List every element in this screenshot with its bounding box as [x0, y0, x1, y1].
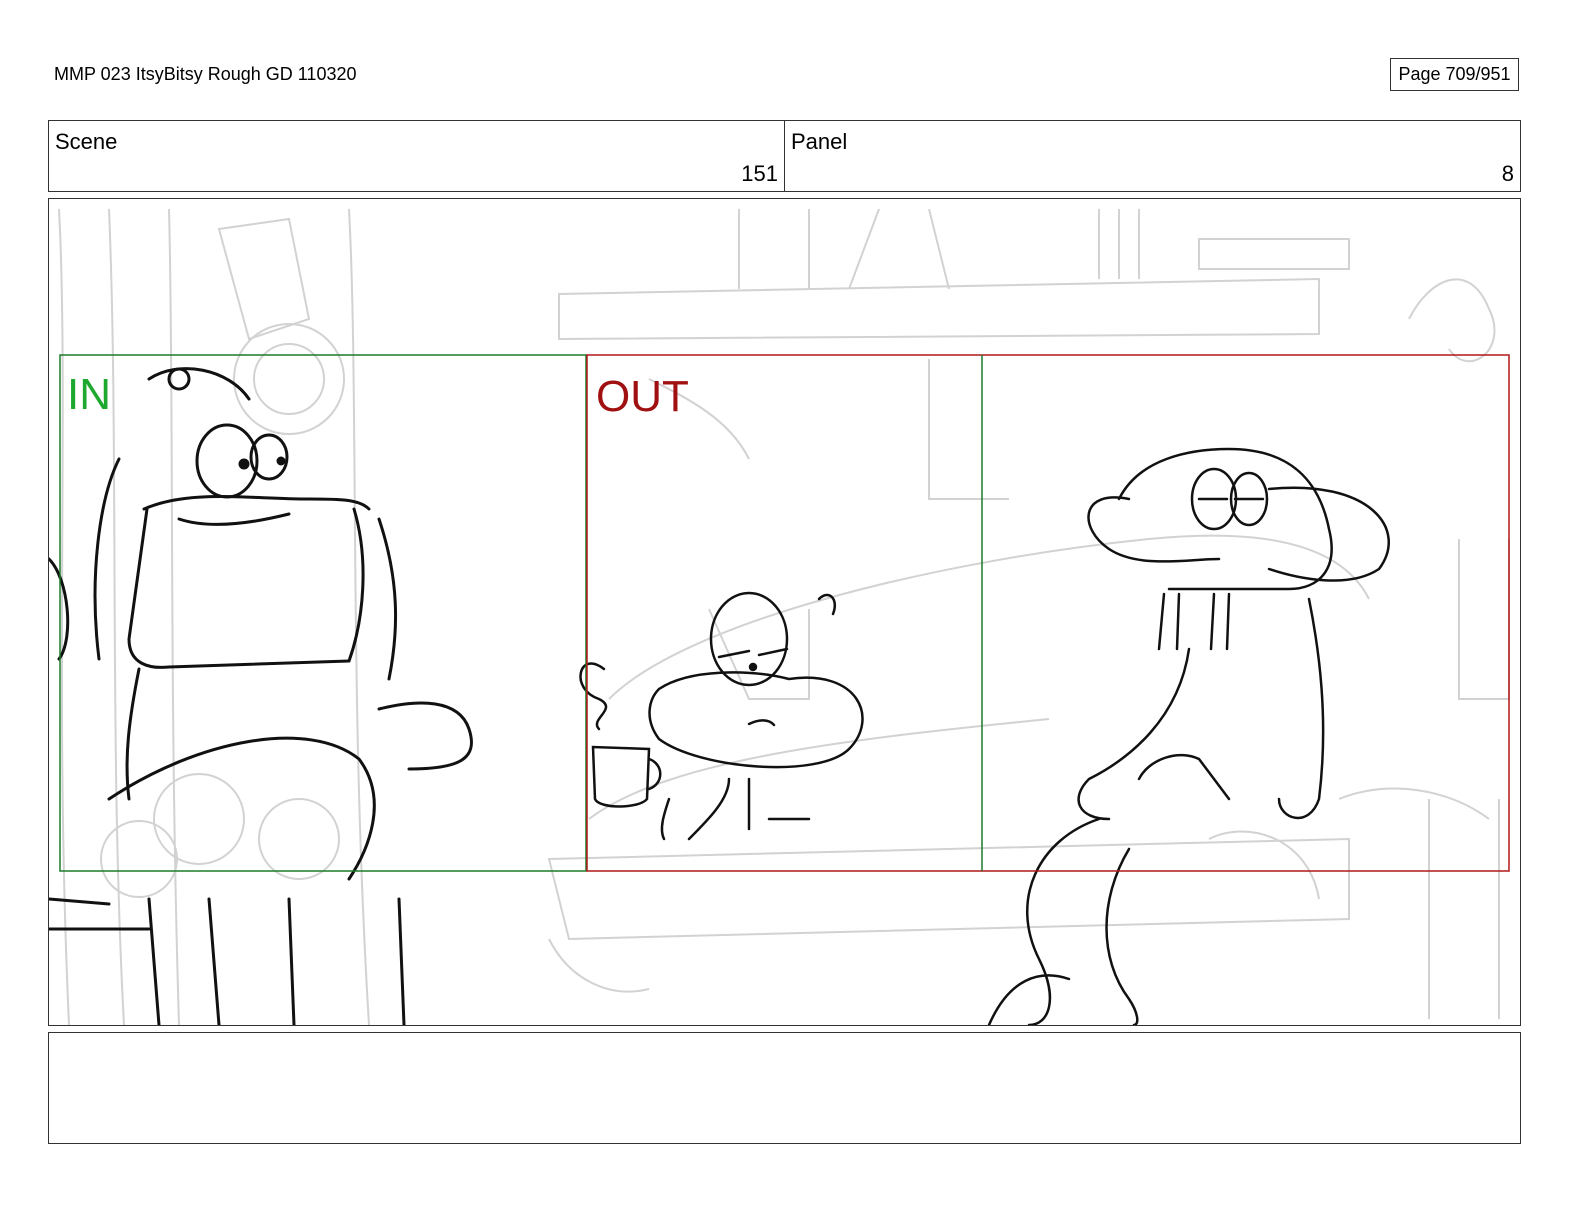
- scene-panel-header: Scene 151 Panel 8: [48, 120, 1521, 192]
- storyboard-frame: IN OUT: [48, 198, 1521, 1026]
- storyboard-drawing: IN OUT: [49, 208, 1510, 1025]
- character-bear-sketch: [49, 367, 473, 1025]
- page-number-box: Page 709/951: [1390, 58, 1519, 91]
- panel-cell: Panel 8: [785, 121, 1520, 191]
- notes-box: [48, 1032, 1521, 1144]
- out-label: OUT: [596, 372, 689, 421]
- scene-label: Scene: [55, 129, 118, 154]
- scene-number: 151: [741, 161, 778, 186]
- panel-number: 8: [1501, 161, 1514, 186]
- panel-label: Panel: [791, 129, 848, 154]
- in-label: IN: [67, 370, 111, 419]
- background-sketch: [58, 208, 1510, 1025]
- document-title: MMP 023 ItsyBitsy Rough GD 110320: [54, 64, 357, 84]
- page-number: Page 709/951: [1398, 64, 1511, 84]
- scene-cell: Scene 151: [49, 121, 785, 191]
- in-frame-rect: [59, 354, 587, 872]
- character-frog-sketch: [579, 591, 864, 841]
